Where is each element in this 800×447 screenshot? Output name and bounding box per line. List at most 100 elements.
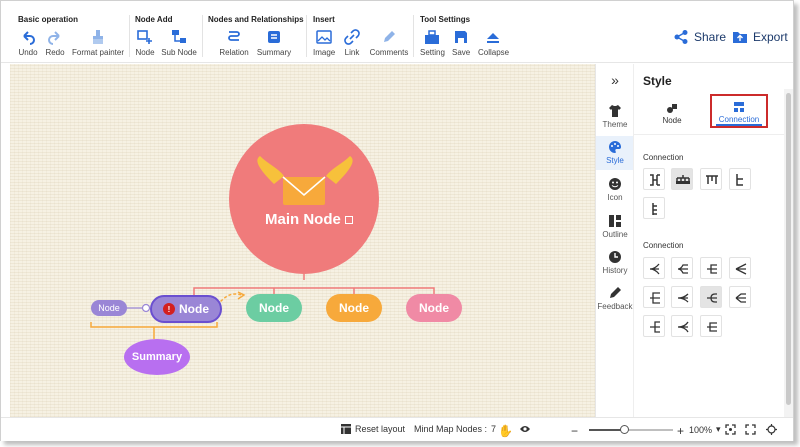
layout-option[interactable] (643, 168, 665, 190)
node-label: Node (339, 301, 369, 315)
reset-layout-button[interactable]: Reset layout (341, 424, 405, 434)
save-label: Save (452, 48, 471, 57)
share-label: Share (694, 30, 727, 44)
locate-button[interactable] (766, 424, 777, 435)
reset-layout-label: Reset layout (355, 424, 406, 434)
redo-label: Redo (45, 48, 65, 57)
layout-left-right-icon (650, 174, 660, 186)
add-sub-node-button[interactable]: Sub Node (161, 29, 197, 57)
sidebar-item-label: Outline (602, 230, 628, 239)
fit-screen-button[interactable] (725, 424, 736, 435)
mind-map-canvas[interactable]: Main Node Node ! Node Node Node Node Sum… (10, 64, 595, 417)
sidebar-item-outline[interactable]: Outline (596, 214, 634, 239)
connection-option[interactable] (643, 286, 665, 308)
side-icon-column: » Theme Style Icon Outline History Feedb… (595, 64, 634, 417)
insert-image-button[interactable]: Image (313, 29, 335, 57)
sidebar-item-style[interactable]: Style (596, 136, 634, 170)
main-node-label[interactable]: Main Node (254, 211, 364, 228)
toolbar-divider (129, 15, 130, 57)
sidebar-item-label: Icon (607, 193, 623, 202)
connection-option-selected[interactable] (700, 286, 722, 308)
selected-node[interactable]: ! Node (150, 295, 222, 323)
layout-option[interactable] (643, 197, 665, 219)
layout-icon (341, 424, 351, 434)
straight-branch-icon (735, 263, 747, 275)
connection-option[interactable] (700, 257, 722, 279)
zoom-out-button[interactable]: − (571, 424, 578, 438)
pan-hand-icon[interactable]: ✋ (498, 424, 513, 438)
add-node-button[interactable]: Node (135, 29, 155, 57)
summary-node[interactable]: Summary (124, 339, 190, 375)
collapse-button[interactable]: Collapse (478, 29, 509, 57)
panel-scrollbar[interactable] (784, 89, 793, 417)
insert-link-button[interactable]: Link (343, 29, 361, 57)
group-title: Insert (313, 15, 335, 24)
layout-option-selected[interactable] (671, 168, 693, 190)
connection-option[interactable] (671, 286, 693, 308)
redo-button[interactable]: Redo (45, 29, 65, 57)
node-pink[interactable]: Node (406, 294, 462, 322)
share-button[interactable]: Share (673, 29, 726, 45)
zoom-slider[interactable] (589, 425, 673, 434)
node-green[interactable]: Node (246, 294, 302, 322)
fan-branch-icon (677, 293, 689, 303)
tab-connection[interactable]: Connection (710, 94, 768, 128)
connection-option[interactable] (643, 257, 665, 279)
side-node-label: Node (98, 303, 120, 313)
setting-button[interactable]: Setting (420, 29, 445, 57)
sidebar-item-icon[interactable]: Icon (596, 177, 634, 202)
layout-option[interactable] (700, 168, 722, 190)
scrollbar-thumb[interactable] (786, 93, 791, 405)
sidebar-item-feedback[interactable]: Feedback (596, 286, 634, 311)
summary-button[interactable]: Summary (256, 29, 292, 57)
connection-lines (90, 124, 435, 339)
fullscreen-button[interactable] (745, 424, 756, 435)
connection-option[interactable] (671, 257, 693, 279)
feedback-icon (610, 287, 621, 298)
preview-eye-icon[interactable] (519, 424, 531, 434)
relation-button[interactable]: Relation (218, 29, 250, 57)
elbow-branch-icon (707, 264, 717, 274)
connection-option[interactable] (643, 315, 665, 337)
group-title: Tool Settings (420, 15, 471, 24)
sidebar-item-theme[interactable]: Theme (596, 104, 634, 129)
zoom-in-button[interactable]: + (677, 424, 684, 438)
zoom-slider-handle[interactable] (619, 425, 629, 434)
insert-comments-button[interactable]: Comments (369, 29, 409, 57)
group-tool-settings: Tool Settings Setting Save Collapse (420, 1, 520, 63)
layout-list-icon (736, 174, 743, 186)
export-label: Export (753, 30, 788, 44)
undo-button[interactable]: Undo (18, 29, 38, 57)
summary-node-label: Summary (131, 351, 183, 363)
connection-option[interactable] (700, 315, 722, 337)
collapse-panel-icon[interactable]: » (606, 72, 624, 88)
shirt-icon (609, 105, 621, 117)
format-painter-button[interactable]: Format painter (72, 29, 124, 57)
connection-option[interactable] (729, 257, 751, 279)
zoom-level-dropdown[interactable]: 100% ▾ (689, 424, 721, 435)
main-node-text: Main Node (264, 211, 341, 228)
tab-node[interactable]: Node (642, 100, 702, 130)
connection-option[interactable] (729, 286, 751, 308)
angled-branch-icon (735, 293, 746, 303)
panel-title: Style (643, 74, 672, 88)
group-title: Node Add (135, 15, 173, 24)
zoom-out-icon: − (571, 424, 579, 438)
layout-tree-icon (706, 175, 718, 184)
side-node[interactable]: Node (91, 300, 127, 316)
link-label: Link (344, 48, 360, 57)
relation-icon (228, 31, 240, 41)
zoom-slider-fill (589, 429, 625, 431)
connection-option[interactable] (671, 315, 693, 337)
selected-node-label: Node (179, 302, 209, 316)
save-button[interactable]: Save (452, 29, 470, 57)
group-node-add: Node Add Node Sub Node (135, 1, 201, 63)
sidebar-item-history[interactable]: History (596, 250, 634, 275)
save-icon (455, 31, 467, 43)
export-button[interactable]: Export (732, 29, 788, 45)
node-count-label: Mind Map Nodes : (414, 424, 488, 434)
group-title: Nodes and Relationships (208, 15, 304, 24)
toolbar-divider (202, 15, 203, 57)
node-orange[interactable]: Node (326, 294, 382, 322)
layout-option[interactable] (729, 168, 751, 190)
